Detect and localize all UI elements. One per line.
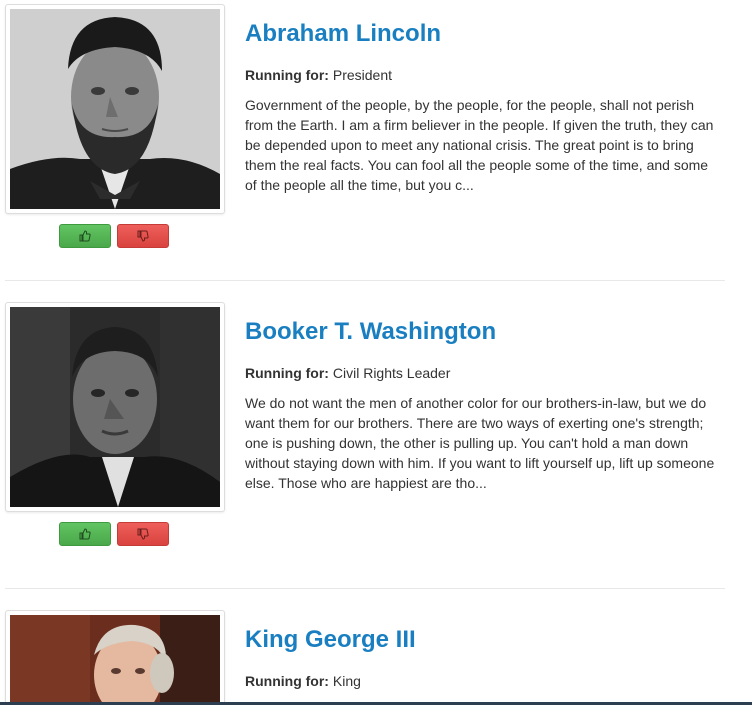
candidate-list: Abraham Lincoln Running for: President G… (0, 0, 752, 705)
thumbs-down-icon (137, 528, 149, 540)
candidate-photo (10, 307, 220, 507)
vote-buttons (59, 224, 171, 250)
running-for-value: President (332, 67, 393, 83)
candidate-photo-frame (5, 302, 225, 512)
running-for: Running for: King (245, 672, 361, 690)
thumbs-up-icon (79, 528, 91, 540)
candidate-name-link[interactable]: Abraham Lincoln (245, 20, 441, 48)
candidate-photo (10, 615, 220, 705)
running-for-value: Civil Rights Leader (332, 365, 451, 381)
running-for-label: Running for: (245, 673, 329, 689)
running-for: Running for: President (245, 66, 392, 84)
running-for-label: Running for: (245, 365, 329, 381)
running-for: Running for: Civil Rights Leader (245, 364, 450, 382)
vote-down-button[interactable] (117, 224, 169, 248)
vote-down-button[interactable] (117, 522, 169, 546)
divider (5, 588, 725, 589)
candidate-photo-frame (5, 4, 225, 214)
vote-up-button[interactable] (59, 522, 111, 546)
thumbs-down-icon (137, 230, 149, 242)
candidate-name-link[interactable]: King George III (245, 626, 416, 654)
thumbs-up-icon (79, 230, 91, 242)
running-for-label: Running for: (245, 67, 329, 83)
running-for-value: King (332, 673, 361, 689)
candidate-photo-frame (5, 610, 225, 705)
candidate-quote: Government of the people, by the people,… (245, 97, 714, 193)
candidate-quote: We do not want the men of another color … (245, 395, 715, 491)
candidate-name-link[interactable]: Booker T. Washington (245, 318, 496, 346)
vote-buttons (59, 522, 171, 548)
candidate-photo (10, 9, 220, 209)
vote-up-button[interactable] (59, 224, 111, 248)
divider (5, 280, 725, 281)
